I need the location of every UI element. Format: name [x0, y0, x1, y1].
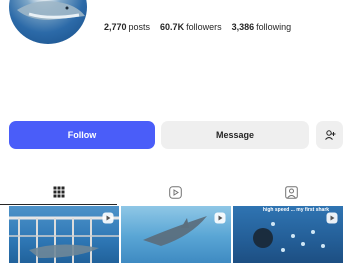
message-button-label: Message	[215, 130, 255, 140]
reel-icon	[326, 212, 338, 224]
profile-tabs	[0, 179, 350, 205]
post-tile[interactable]: high speed ... my first shark	[233, 206, 343, 263]
suggested-accounts-button[interactable]	[316, 121, 343, 149]
tagged-icon	[285, 185, 298, 199]
shark-photo	[17, 1, 85, 20]
following-stat[interactable]: 3,386 following	[232, 22, 292, 32]
post-tile[interactable]	[121, 206, 231, 263]
reel-icon	[214, 212, 226, 224]
tab-reels[interactable]	[117, 179, 234, 205]
posts-grid: high speed ... my first shark	[9, 206, 343, 263]
post-tile[interactable]	[9, 206, 119, 263]
profile-stats: 2,770 posts 60.7K followers 3,386 following	[104, 22, 291, 32]
message-button[interactable]: Message	[161, 121, 309, 149]
posts-stat[interactable]: 2,770 posts	[104, 22, 150, 32]
person-add-icon	[324, 130, 335, 140]
tab-tagged[interactable]	[233, 179, 350, 205]
reels-icon	[169, 185, 182, 199]
reel-icon	[102, 212, 114, 224]
tab-posts[interactable]	[0, 179, 117, 205]
profile-avatar[interactable]	[9, 0, 87, 44]
follow-button-label: Follow	[67, 130, 97, 140]
grid-icon	[53, 186, 64, 198]
follow-button[interactable]: Follow	[9, 121, 155, 149]
followers-stat[interactable]: 60.7K followers	[160, 22, 222, 32]
